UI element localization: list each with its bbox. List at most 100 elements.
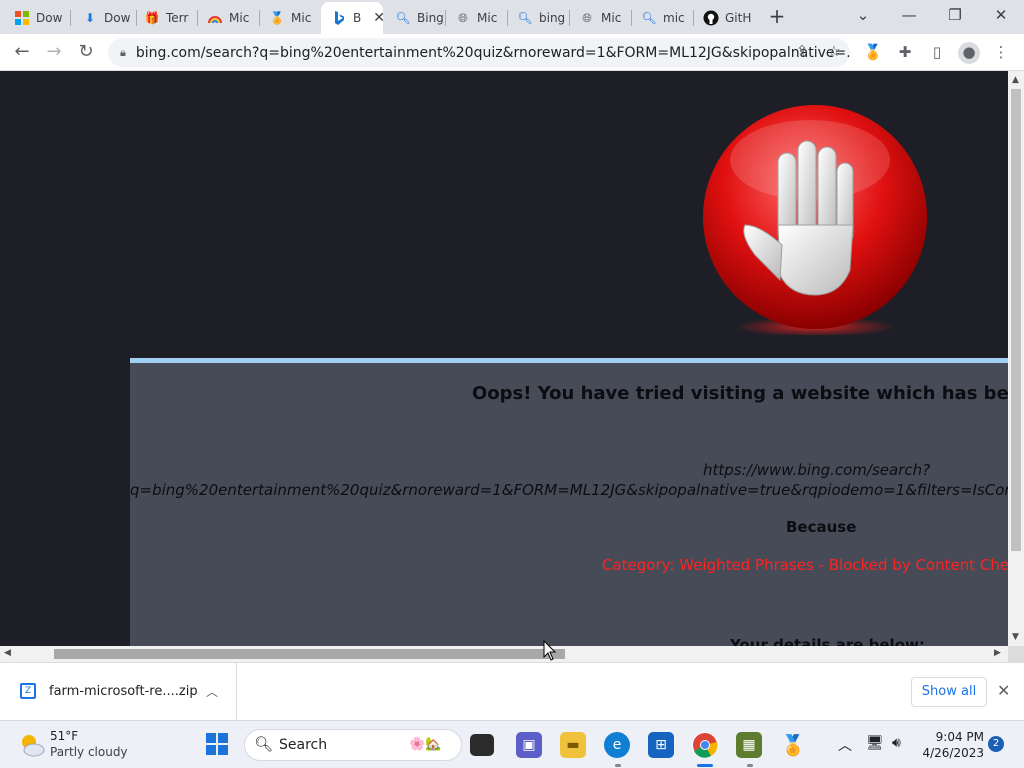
start-button[interactable] [204, 732, 230, 758]
search-icon: 🔍︎ [395, 11, 411, 25]
tab-6-label: B [353, 11, 362, 25]
tab-4[interactable]: Mic [197, 5, 259, 31]
rewards-icon: 🏅 [269, 11, 285, 25]
scroll-right-arrow-icon[interactable]: ▶ [994, 648, 1001, 658]
new-tab-button[interactable]: + [766, 6, 788, 28]
back-button[interactable]: ← [8, 39, 36, 67]
edge-icon[interactable]: e [604, 732, 630, 758]
network-icon[interactable]: 🖥︎ [866, 735, 884, 751]
system-clock[interactable]: 9:04 PM 4/26/2023 [920, 729, 984, 761]
tab-9[interactable]: 🔍︎ bing [507, 5, 569, 31]
scroll-left-arrow-icon[interactable]: ◀ [4, 648, 11, 658]
tab-6-active[interactable]: B ✕ [321, 2, 383, 34]
close-download-bar-icon[interactable]: ✕ [997, 681, 1010, 700]
blocked-headline: Oops! You have tried visiting a website … [472, 383, 1008, 404]
tab-separator [70, 10, 71, 26]
side-panel-icon[interactable]: ▯ [926, 42, 948, 64]
bookmark-star-icon[interactable]: ☆ [822, 40, 846, 64]
clock-time: 9:04 PM [935, 730, 984, 744]
download-icon: ⬇ [84, 11, 96, 25]
close-window-button[interactable]: ✕ [986, 4, 1016, 28]
tab-11[interactable]: 🔍︎ mic [631, 5, 693, 31]
zip-file-icon: Z [20, 683, 36, 699]
tray-chevron-up-icon[interactable]: ︿ [838, 735, 852, 755]
scroll-down-arrow-icon[interactable]: ▼ [1012, 632, 1019, 642]
running-indicator-active [697, 764, 713, 767]
taskbar: 51°F Partly cloudy 🔍︎ Search 🌸🏡 ▣ ▬ e ⊞ … [0, 720, 1024, 768]
horizontal-scroll-thumb[interactable] [54, 649, 565, 659]
address-bar[interactable]: 🔒︎ bing.com/search?q=bing%20entertainmen… [108, 38, 850, 67]
minimize-button[interactable]: — [894, 4, 924, 28]
tab-8-label: Mic [477, 11, 498, 25]
stop-hand-icon [703, 105, 927, 335]
vertical-scrollbar[interactable]: ▲ ▼ [1008, 71, 1024, 646]
tab-12[interactable]: GitH [693, 5, 755, 31]
task-view-icon[interactable] [470, 734, 494, 756]
weather-description[interactable]: Partly cloudy [50, 745, 128, 759]
tab-2[interactable]: ⬇ Dow [72, 5, 134, 31]
tab-10-label: Mic [601, 11, 622, 25]
tab-4-label: Mic [229, 11, 250, 25]
clock-date: 4/26/2023 [922, 746, 984, 760]
taskbar-search[interactable]: 🔍︎ Search 🌸🏡 [244, 729, 462, 761]
scroll-up-arrow-icon[interactable]: ▲ [1012, 75, 1019, 85]
vertical-scroll-thumb[interactable] [1011, 89, 1021, 551]
show-all-button[interactable]: Show all [911, 677, 987, 707]
rewards-extension-icon[interactable]: 🏅 [862, 42, 884, 64]
tab-7-label: Bing [417, 11, 443, 25]
lock-icon[interactable]: 🔒︎ [120, 46, 126, 60]
download-bar: Z farm-microsoft-re....zip ︿ Show all ✕ [0, 662, 1024, 721]
chevron-up-icon[interactable]: ︿ [206, 683, 218, 700]
block-category: Category: Weighted Phrases - Blocked by … [602, 556, 1008, 574]
because-label: Because [786, 518, 857, 536]
more-menu-icon[interactable]: ⋮ [990, 42, 1012, 64]
tab-3[interactable]: 🎁 Terr [134, 5, 196, 31]
tab-5-label: Mic [291, 11, 312, 25]
minecraft-icon[interactable]: ▦ [736, 732, 762, 758]
horizontal-scrollbar[interactable]: ◀ ▶ [0, 646, 1008, 662]
share-icon[interactable]: ⇪ [790, 40, 814, 64]
notification-badge[interactable]: 2 [988, 736, 1004, 752]
page-viewport: Oops! You have tried visiting a website … [0, 71, 1008, 646]
close-tab-icon[interactable]: ✕ [373, 10, 383, 26]
store-icon[interactable]: ⊞ [648, 732, 674, 758]
microsoft-icon [14, 10, 30, 26]
globe-icon: 🌐︎ [582, 10, 592, 25]
tab-11-label: mic [663, 11, 685, 25]
taskbar-search-label: Search [279, 737, 328, 753]
tab-search-chevron-icon[interactable]: ⌄ [848, 4, 878, 28]
terms-icon: 🎁 [144, 11, 160, 25]
tab-8[interactable]: 🌐︎ Mic [445, 5, 507, 31]
tab-12-label: GitH [725, 11, 752, 25]
tab-1-label: Dow [36, 11, 63, 25]
details-heading: Your details are below: [730, 636, 925, 646]
tab-10[interactable]: 🌐︎ Mic [569, 5, 631, 31]
running-indicator [615, 764, 621, 767]
blocked-url-line2: q=bing%20entertainment%20quiz&rnoreward=… [130, 481, 1008, 499]
globe-icon: 🌐︎ [458, 10, 468, 25]
tab-1[interactable]: Dow [4, 5, 66, 31]
rewards-medal-icon[interactable]: 🏅 [780, 732, 806, 758]
running-indicator [747, 764, 753, 767]
partly-cloudy-icon[interactable] [18, 731, 46, 759]
bing-icon [331, 10, 347, 26]
extensions-puzzle-icon[interactable]: ✚ [894, 42, 916, 64]
chrome-icon[interactable] [692, 732, 718, 758]
download-item[interactable]: Z farm-microsoft-re....zip ︿ [0, 663, 237, 721]
tab-7[interactable]: 🔍︎ Bing [385, 5, 443, 31]
search-icon: 🔍︎ [517, 11, 533, 25]
tab-2-label: Dow [104, 11, 131, 25]
weather-temperature[interactable]: 51°F [50, 729, 78, 743]
browser-toolbar: ← → ↻ 🔒︎ bing.com/search?q=bing%20entert… [0, 34, 1024, 71]
profile-avatar-icon[interactable]: ● [958, 42, 980, 64]
reload-button[interactable]: ↻ [72, 39, 100, 67]
tab-3-label: Terr [166, 11, 189, 25]
search-highlight-icon: 🌸🏡 [409, 737, 442, 752]
tab-5[interactable]: 🏅 Mic [259, 5, 321, 31]
file-explorer-icon[interactable]: ▬ [560, 732, 586, 758]
forward-button[interactable]: → [40, 39, 68, 67]
rainbow-icon [207, 10, 223, 26]
teams-chat-icon[interactable]: ▣ [516, 732, 542, 758]
restore-button[interactable]: ❐ [940, 4, 970, 28]
volume-icon[interactable]: 🔊︎ [892, 735, 901, 751]
